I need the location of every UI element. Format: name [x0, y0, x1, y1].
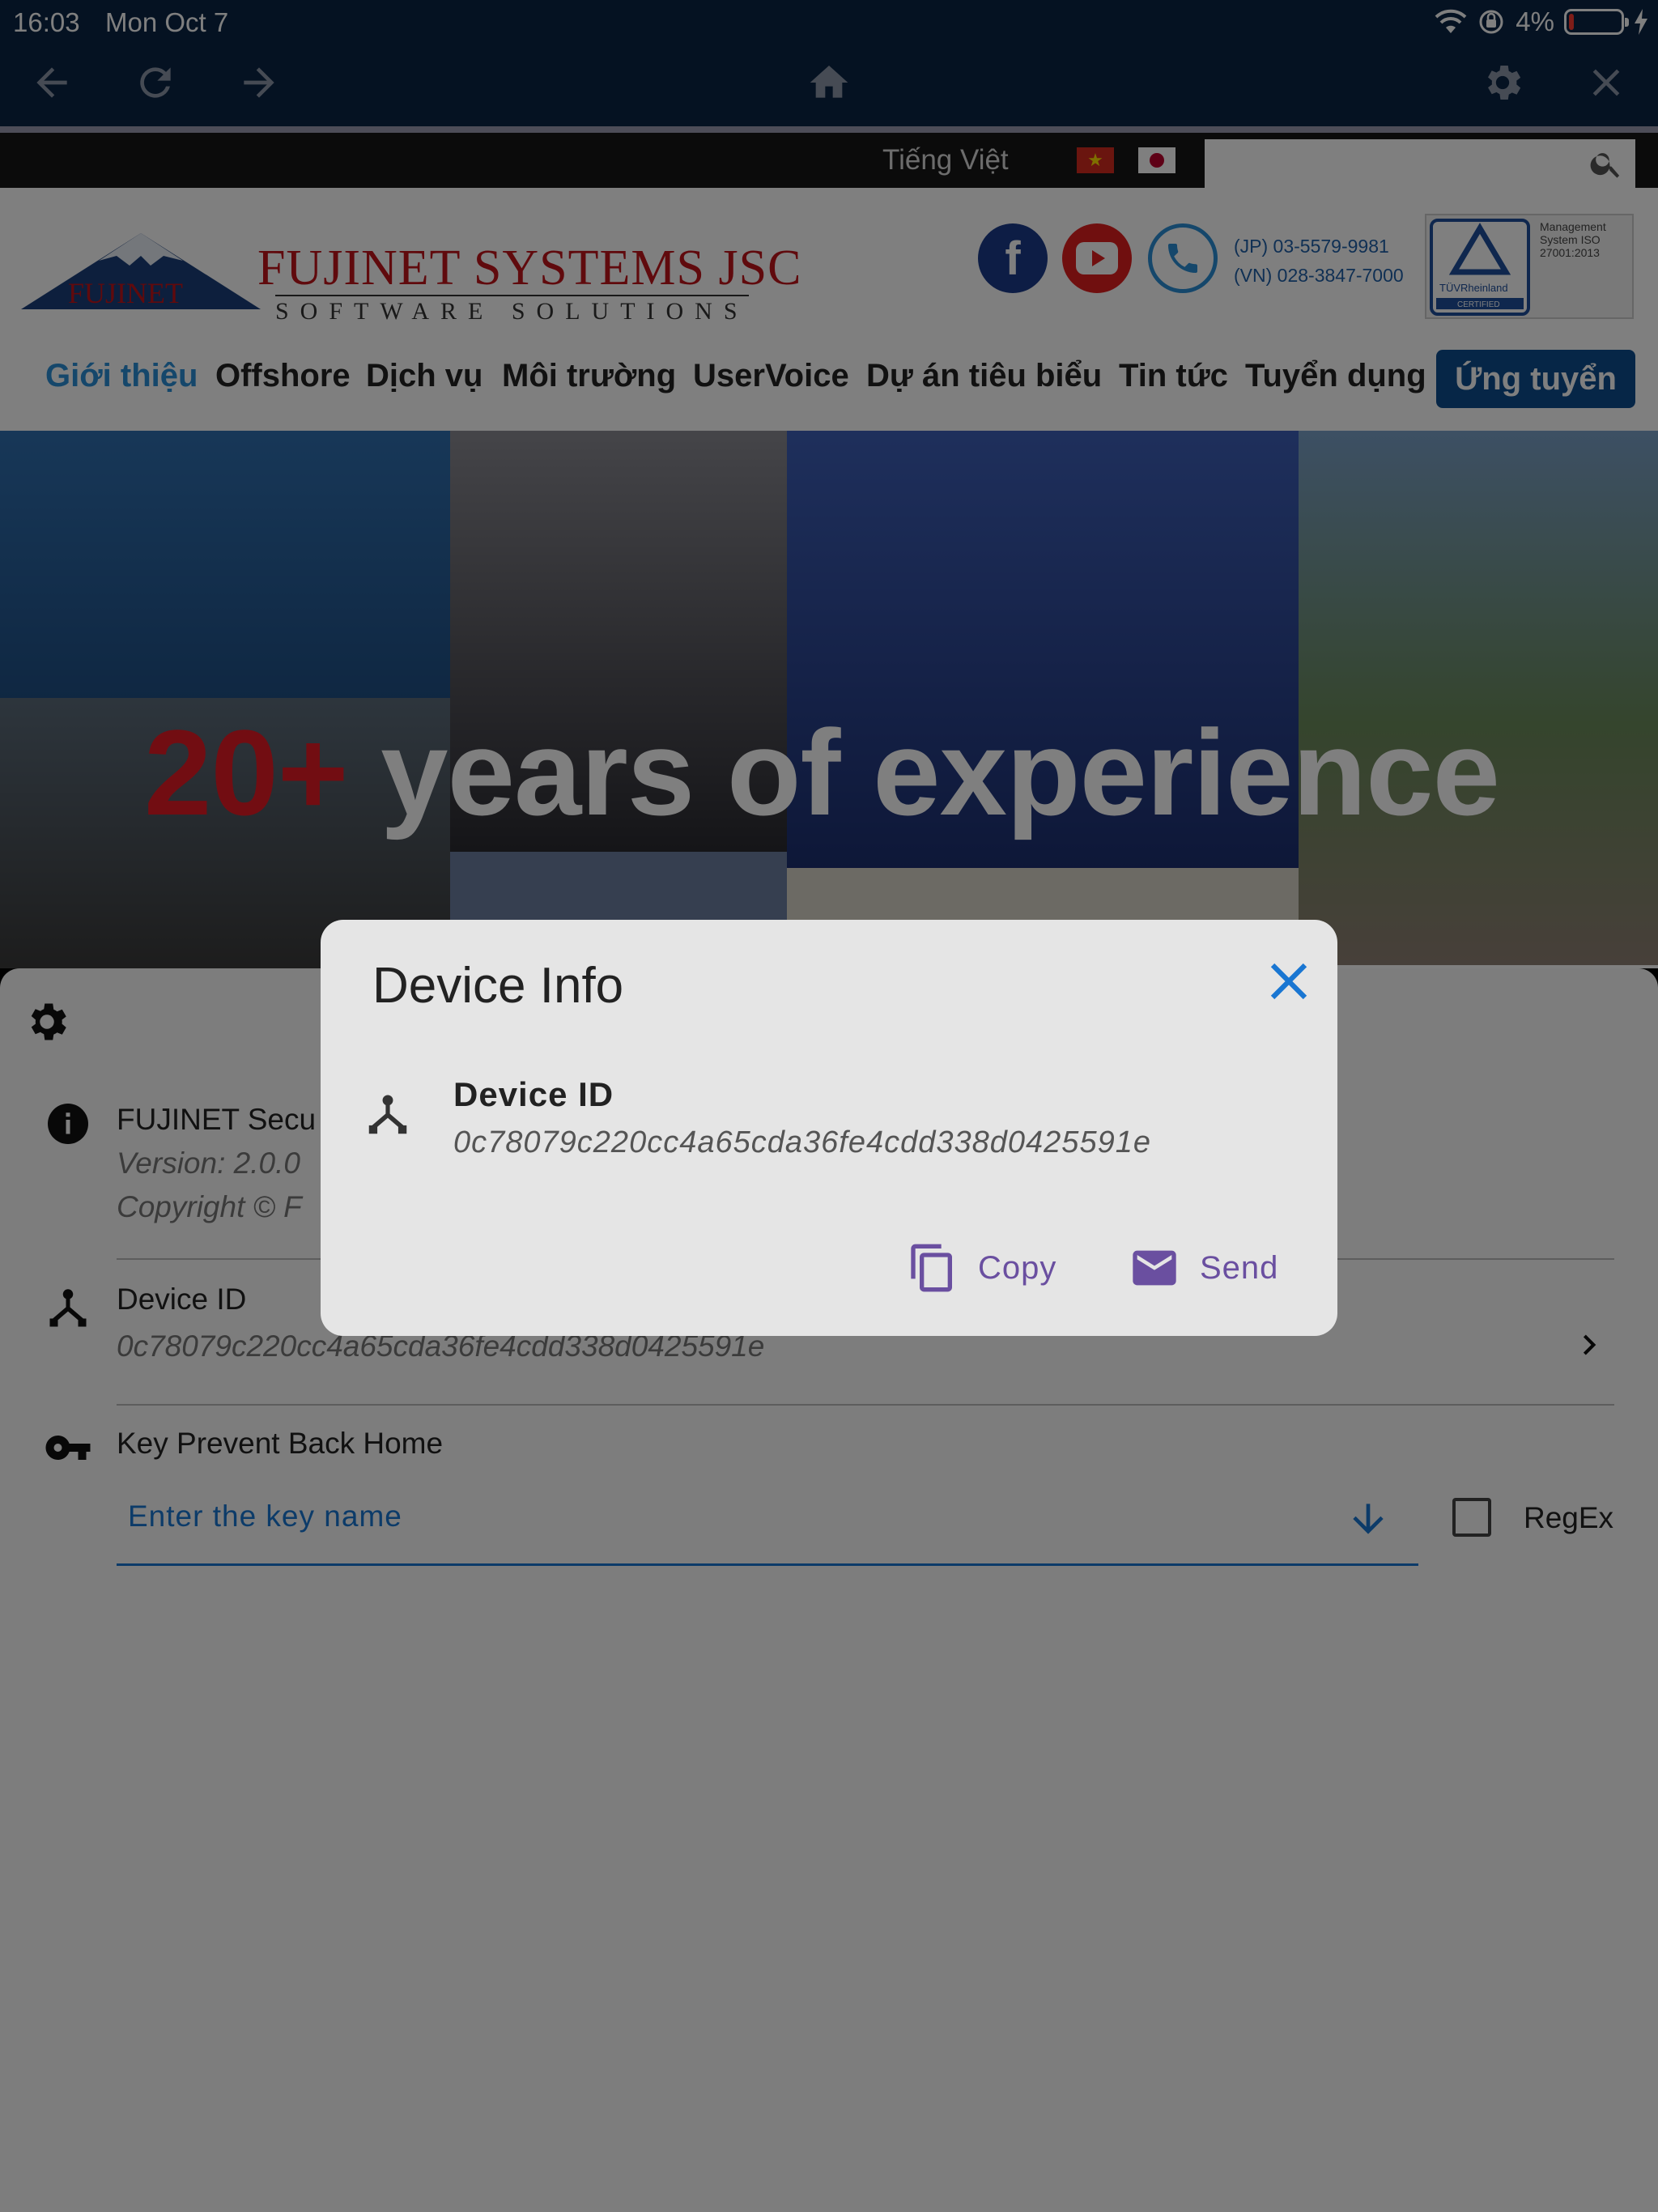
copy-button[interactable]: Copy	[907, 1232, 1056, 1304]
device-info-dialog: Device Info Device ID 0c78079c220cc4a65c…	[321, 920, 1337, 1336]
copy-icon	[911, 1244, 952, 1292]
close-icon	[1270, 963, 1307, 1000]
dialog-title: Device Info	[372, 958, 624, 1014]
dialog-device-id-label: Device ID	[453, 1075, 614, 1113]
copy-label: Copy	[978, 1249, 1057, 1286]
email-icon	[1133, 1250, 1176, 1286]
device-hub-icon	[363, 1090, 413, 1140]
dialog-device-id-value: 0c78079c220cc4a65cda36fe4cdd338d0425591e	[453, 1125, 1151, 1159]
dialog-close-button[interactable]	[1258, 951, 1320, 1012]
send-button[interactable]: Send	[1129, 1232, 1278, 1304]
send-label: Send	[1200, 1249, 1279, 1286]
